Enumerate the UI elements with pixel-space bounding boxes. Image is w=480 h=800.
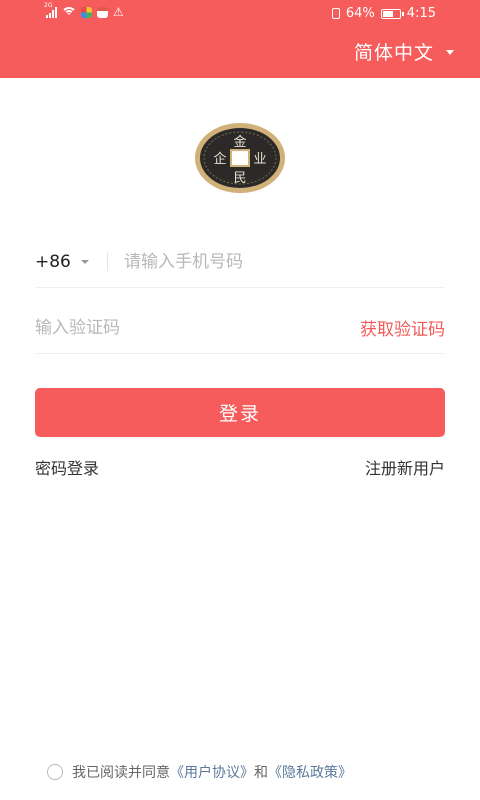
- divider: [107, 252, 108, 271]
- country-code-label: +86: [35, 251, 71, 272]
- network-type-label: 2G: [44, 1, 53, 9]
- cell-signal-icon: 2G: [44, 2, 57, 18]
- app-logo: 金 业 民 企: [195, 123, 285, 193]
- coin-hole: [230, 149, 250, 167]
- battery-icon: [380, 8, 404, 19]
- chevron-down-icon: [80, 259, 89, 264]
- logo-char-top: 金: [233, 134, 246, 150]
- password-login-link[interactable]: 密码登录: [35, 455, 99, 479]
- verification-code-input[interactable]: [35, 317, 295, 338]
- app-notification-icon: [81, 6, 92, 18]
- status-bar-left: 2G ⚠: [44, 2, 124, 19]
- agreement-conjunction: 和: [254, 765, 268, 781]
- mail-notification-icon: [97, 6, 108, 18]
- agreement-row: 我已阅读并同意 《用户协议》 和 《隐私政策》: [47, 762, 352, 782]
- status-bar-right: 64% 4:15: [331, 6, 436, 21]
- logo-char-left: 企: [213, 151, 226, 167]
- warning-icon: ⚠: [113, 5, 124, 19]
- verification-code-row: 获取验证码: [35, 302, 445, 354]
- register-link[interactable]: 注册新用户: [365, 455, 445, 479]
- privacy-policy-link[interactable]: 《隐私政策》: [268, 762, 352, 782]
- wifi-icon: [62, 7, 76, 17]
- country-code-selector[interactable]: +86: [35, 252, 107, 272]
- phone-input[interactable]: [124, 251, 445, 272]
- app-header: 2G ⚠ 64% 4:15 简体中文: [0, 0, 480, 78]
- status-bar: 2G ⚠ 64% 4:15: [0, 0, 480, 28]
- clock: 4:15: [406, 6, 436, 21]
- secondary-links: 密码登录 注册新用户: [35, 455, 445, 479]
- chevron-down-icon: [446, 50, 454, 55]
- battery-percent: 64%: [345, 6, 375, 21]
- vibrate-icon: [331, 8, 340, 19]
- battery-level-fill: [382, 10, 393, 17]
- language-selector[interactable]: 简体中文: [354, 38, 454, 65]
- phone-row: +86: [35, 236, 445, 288]
- agreement-prefix: 我已阅读并同意: [72, 765, 170, 781]
- get-code-button[interactable]: 获取验证码: [360, 315, 445, 340]
- login-button[interactable]: 登录: [35, 388, 445, 437]
- language-label: 简体中文: [353, 42, 434, 64]
- user-agreement-link[interactable]: 《用户协议》: [170, 762, 254, 782]
- logo-char-right: 业: [253, 152, 266, 167]
- logo-char-bottom: 民: [233, 171, 246, 186]
- agreement-checkbox[interactable]: [47, 764, 63, 780]
